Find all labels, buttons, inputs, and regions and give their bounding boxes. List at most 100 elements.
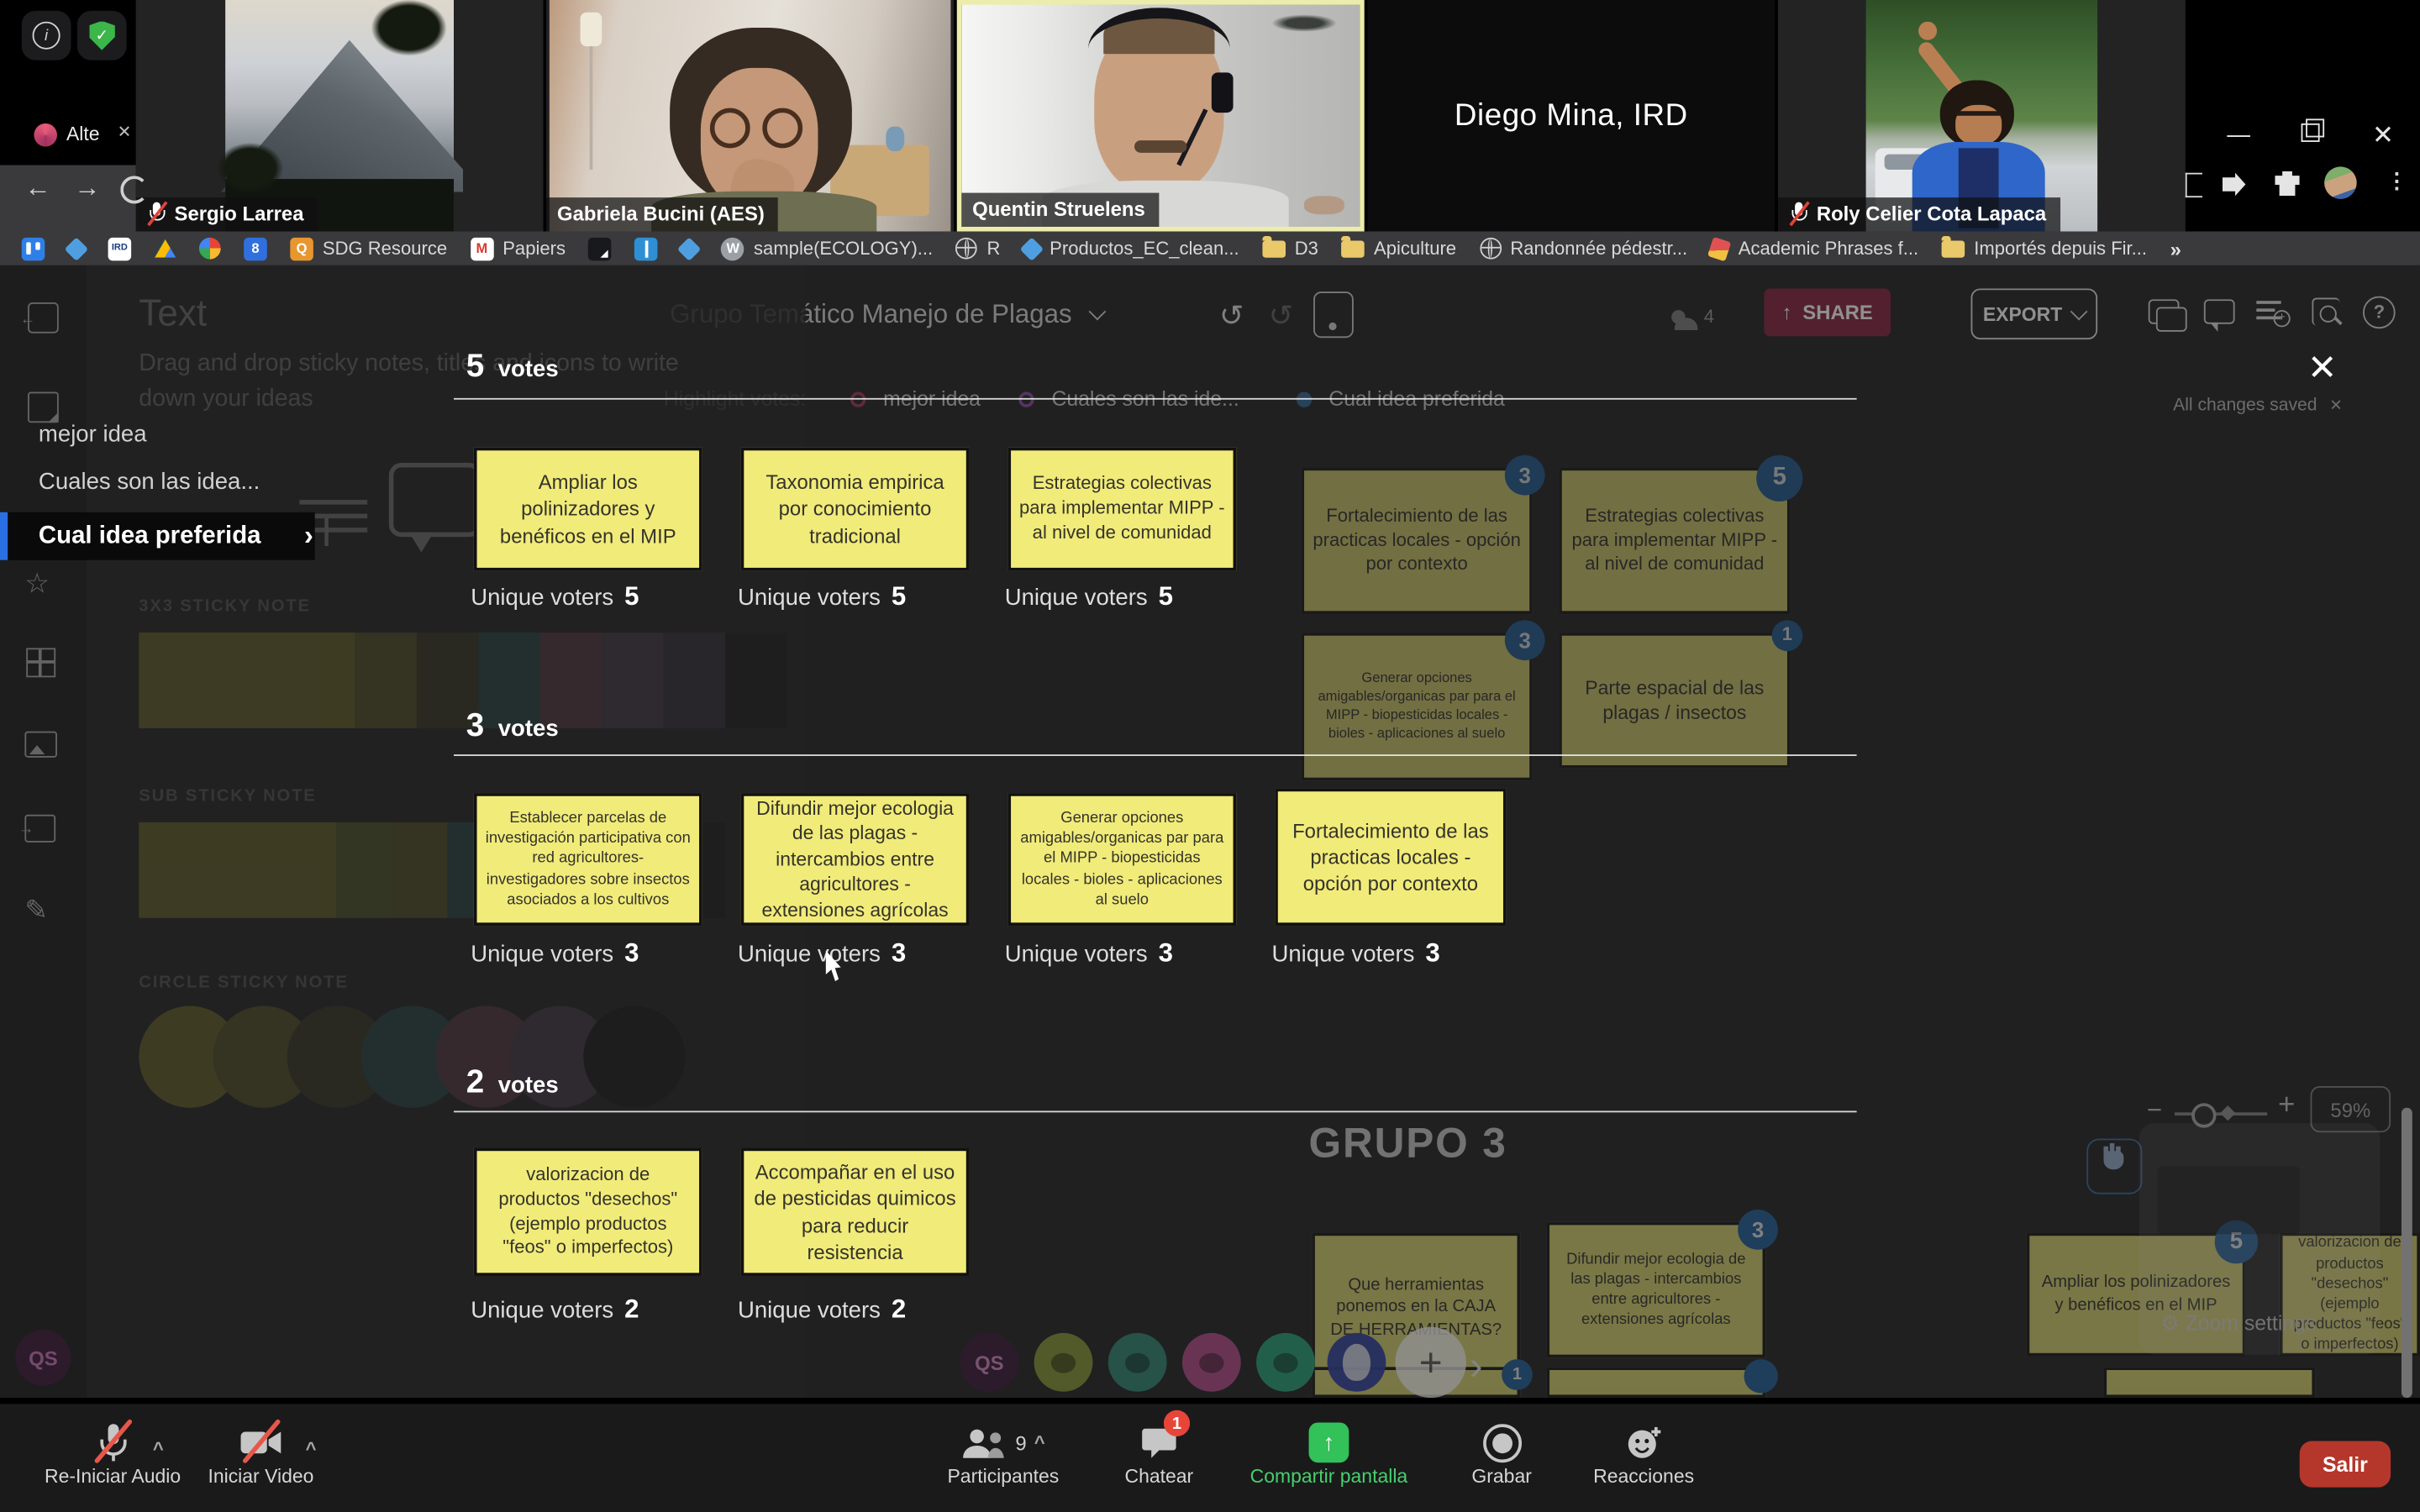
export-button[interactable]: EXPORT <box>1971 288 2098 339</box>
activity-list-icon[interactable]: + <box>2256 299 2284 323</box>
sticky-note[interactable]: Taxonomia empirica por conocimiento trad… <box>741 448 970 571</box>
video-tile-diego[interactable]: Diego Mina, IRD <box>1367 0 1775 232</box>
bookmark[interactable]: 8 <box>244 237 267 260</box>
browser-menu-kebab-icon[interactable]: ⋮ <box>2386 168 2408 194</box>
window-close-button[interactable]: ✕ <box>2372 122 2394 148</box>
bookmarks-overflow-chevron[interactable]: » <box>2170 237 2181 260</box>
bookmark[interactable]: Randonnée pédestr... <box>1480 238 1688 260</box>
collaborators-expand-chevron[interactable]: › <box>1470 1342 1483 1390</box>
toolbar-share-screen-button[interactable]: ↑ Compartir pantalla <box>1234 1420 1423 1488</box>
browser-tab-title[interactable]: Alte <box>66 123 100 145</box>
browser-back-button[interactable]: ← <box>24 173 50 204</box>
browser-forward-button[interactable]: → <box>74 173 100 204</box>
collaborator-avatar-koala[interactable] <box>1034 1333 1093 1392</box>
sticky-note[interactable]: valorizacion de productos "desechos" (ej… <box>474 1148 702 1276</box>
import-tool-icon[interactable]: → <box>24 815 55 843</box>
video-tile-gabriela[interactable]: Gabriela Bucini (AES) <box>546 0 954 232</box>
audio-options-caret[interactable]: ^ <box>153 1438 164 1460</box>
search-zoom-icon[interactable] <box>2312 297 2339 325</box>
sticky-note[interactable]: Establecer parcelas de investigación par… <box>474 793 702 926</box>
overlay-close-button[interactable]: ✕ <box>2307 347 2337 389</box>
zoom-slider-track[interactable] <box>2175 1112 2267 1116</box>
bookmark[interactable] <box>589 237 613 260</box>
bookmark[interactable]: IRD <box>108 237 132 260</box>
video-options-caret[interactable]: ^ <box>306 1438 317 1460</box>
sticky-note-dimmed[interactable]: Fortalecimiento de las practicas locales… <box>1301 468 1533 614</box>
bookmark[interactable]: QSDG Resource <box>290 237 447 260</box>
pen-tool-icon[interactable]: ✎ <box>24 895 48 927</box>
sticky-note[interactable]: Ampliar los polinizadores y benéficos en… <box>474 448 702 571</box>
vote-menu-item-cuales[interactable]: Cuales son las idea... <box>39 469 260 495</box>
browser-reload-icon[interactable] <box>120 176 148 203</box>
sticky-note-dimmed[interactable]: Ampliar los polinizadores y benéficos en… <box>2027 1233 2246 1357</box>
sticky-note-dimmed[interactable]: valorizacion de productos "desechos" (ej… <box>2280 1233 2420 1357</box>
sticky-note-dimmed[interactable] <box>2103 1367 2315 1398</box>
add-collaborator-button[interactable]: + <box>1395 1327 1465 1398</box>
sticky-note[interactable]: Difundir mejor ecologia de las plagas - … <box>741 793 970 926</box>
sticky-note-dimmed[interactable]: Difundir mejor ecologia de las plagas - … <box>1546 1222 1765 1358</box>
collaborator-avatar-goat[interactable] <box>1108 1333 1167 1392</box>
vote-menu-item-preferida-active[interactable]: Cual idea preferida › <box>0 512 315 560</box>
bookmark[interactable] <box>155 239 176 258</box>
window-restore-button[interactable] <box>2302 123 2320 142</box>
self-avatar[interactable]: QS <box>15 1330 71 1385</box>
sticky-note[interactable]: Fortalecimiento de las practicas locales… <box>1275 789 1507 926</box>
zoom-slider-knob[interactable] <box>2191 1103 2216 1127</box>
star-tool-icon[interactable]: ☆ <box>24 568 50 601</box>
undo-icon[interactable]: ↺ <box>1219 299 1244 334</box>
toolbar-reactions-button[interactable]: Reacciones <box>1577 1420 1710 1488</box>
frame-tool-icon[interactable] <box>1313 291 1354 338</box>
grid-tool-icon[interactable] <box>26 648 55 677</box>
video-tile-quentin-active[interactable]: Quentin Struelens <box>957 0 1365 232</box>
window-minimize-button[interactable]: — <box>2227 123 2250 147</box>
feedback-chat-icon[interactable] <box>2149 299 2180 323</box>
install-icon[interactable] <box>2223 173 2246 197</box>
sticky-color-swatches[interactable] <box>139 633 786 728</box>
sticky-note-tool-icon[interactable] <box>28 392 59 423</box>
bookmark[interactable]: R <box>956 238 1001 260</box>
zoom-in-button[interactable]: + <box>2278 1089 2295 1123</box>
bookmark[interactable]: Academic Phrases f... <box>1711 238 1918 260</box>
bookmark[interactable] <box>681 240 698 257</box>
bookmark[interactable]: D3 <box>1262 238 1318 260</box>
collaborators-indicator[interactable]: 4 <box>1671 302 1714 330</box>
bookmark[interactable] <box>635 237 659 260</box>
bookmark[interactable]: MPapiers <box>471 237 566 260</box>
bookmark[interactable]: Importés depuis Fir... <box>1942 238 2147 260</box>
bookmark[interactable]: Apiculture <box>1341 238 1456 260</box>
sticky-note[interactable]: Estrategias colectivas para implementar … <box>1007 448 1236 571</box>
zoom-out-button[interactable]: − <box>2147 1095 2162 1126</box>
sticky-note-dimmed[interactable]: Que herramientas ponemos en la CAJA DE H… <box>1312 1233 1520 1383</box>
comment-icon[interactable] <box>2204 299 2235 323</box>
collaborator-avatar-penguin[interactable] <box>1328 1333 1386 1392</box>
sticky-note-dimmed[interactable]: Generar opciones amigables/organicas par… <box>1301 633 1533 780</box>
bookmark[interactable] <box>22 237 45 260</box>
bookmark[interactable] <box>199 238 221 260</box>
browser-profile-avatar[interactable] <box>2324 166 2357 199</box>
zoom-settings-panel[interactable]: ⚙ Zoom settings <box>2139 1123 2381 1355</box>
bookmark[interactable]: Wsample(ECOLOGY)... <box>721 237 933 260</box>
toolbar-record-button[interactable]: Grabar <box>1451 1420 1553 1488</box>
board-title[interactable]: Grupo Temático Manejo de Plagas <box>670 299 1102 330</box>
sticky-note[interactable]: Generar opciones amigables/organicas par… <box>1007 793 1236 926</box>
leave-meeting-button[interactable]: Salir <box>2300 1441 2391 1488</box>
sticky-note-dimmed[interactable]: Estrategias colectivas para implementar … <box>1559 468 1791 614</box>
image-tool-icon[interactable] <box>24 732 57 758</box>
redo-icon[interactable]: ↺ <box>1269 299 1293 334</box>
toolbar-audio-button[interactable]: Re-Iniciar Audio <box>28 1420 197 1488</box>
share-button[interactable]: ↑ SHARE <box>1764 288 1891 336</box>
bookmark[interactable] <box>68 240 85 257</box>
sticky-note[interactable]: Accompañar en el uso de pesticidas quimi… <box>741 1148 970 1276</box>
help-icon[interactable]: ? <box>2363 297 2396 329</box>
sticky-note-dimmed[interactable]: 1 <box>1312 1367 1520 1398</box>
extensions-puzzle-icon[interactable] <box>2275 171 2299 196</box>
sticky-note-dimmed[interactable]: Parte espacial de las plagas / insectos … <box>1559 633 1791 769</box>
vertical-scrollbar[interactable] <box>2402 1108 2412 1398</box>
exit-board-icon[interactable]: ← <box>28 302 59 333</box>
zoom-level[interactable]: 59% <box>2311 1086 2391 1132</box>
collaborator-avatar-qs[interactable]: QS <box>960 1333 1018 1392</box>
meeting-info-button[interactable]: i <box>22 11 71 60</box>
video-tile-roly[interactable]: Roly Celier Cota Lapaca <box>1778 0 2186 232</box>
hand-tool-button[interactable] <box>2086 1139 2142 1194</box>
security-shield-button[interactable]: ✓ <box>77 11 127 60</box>
